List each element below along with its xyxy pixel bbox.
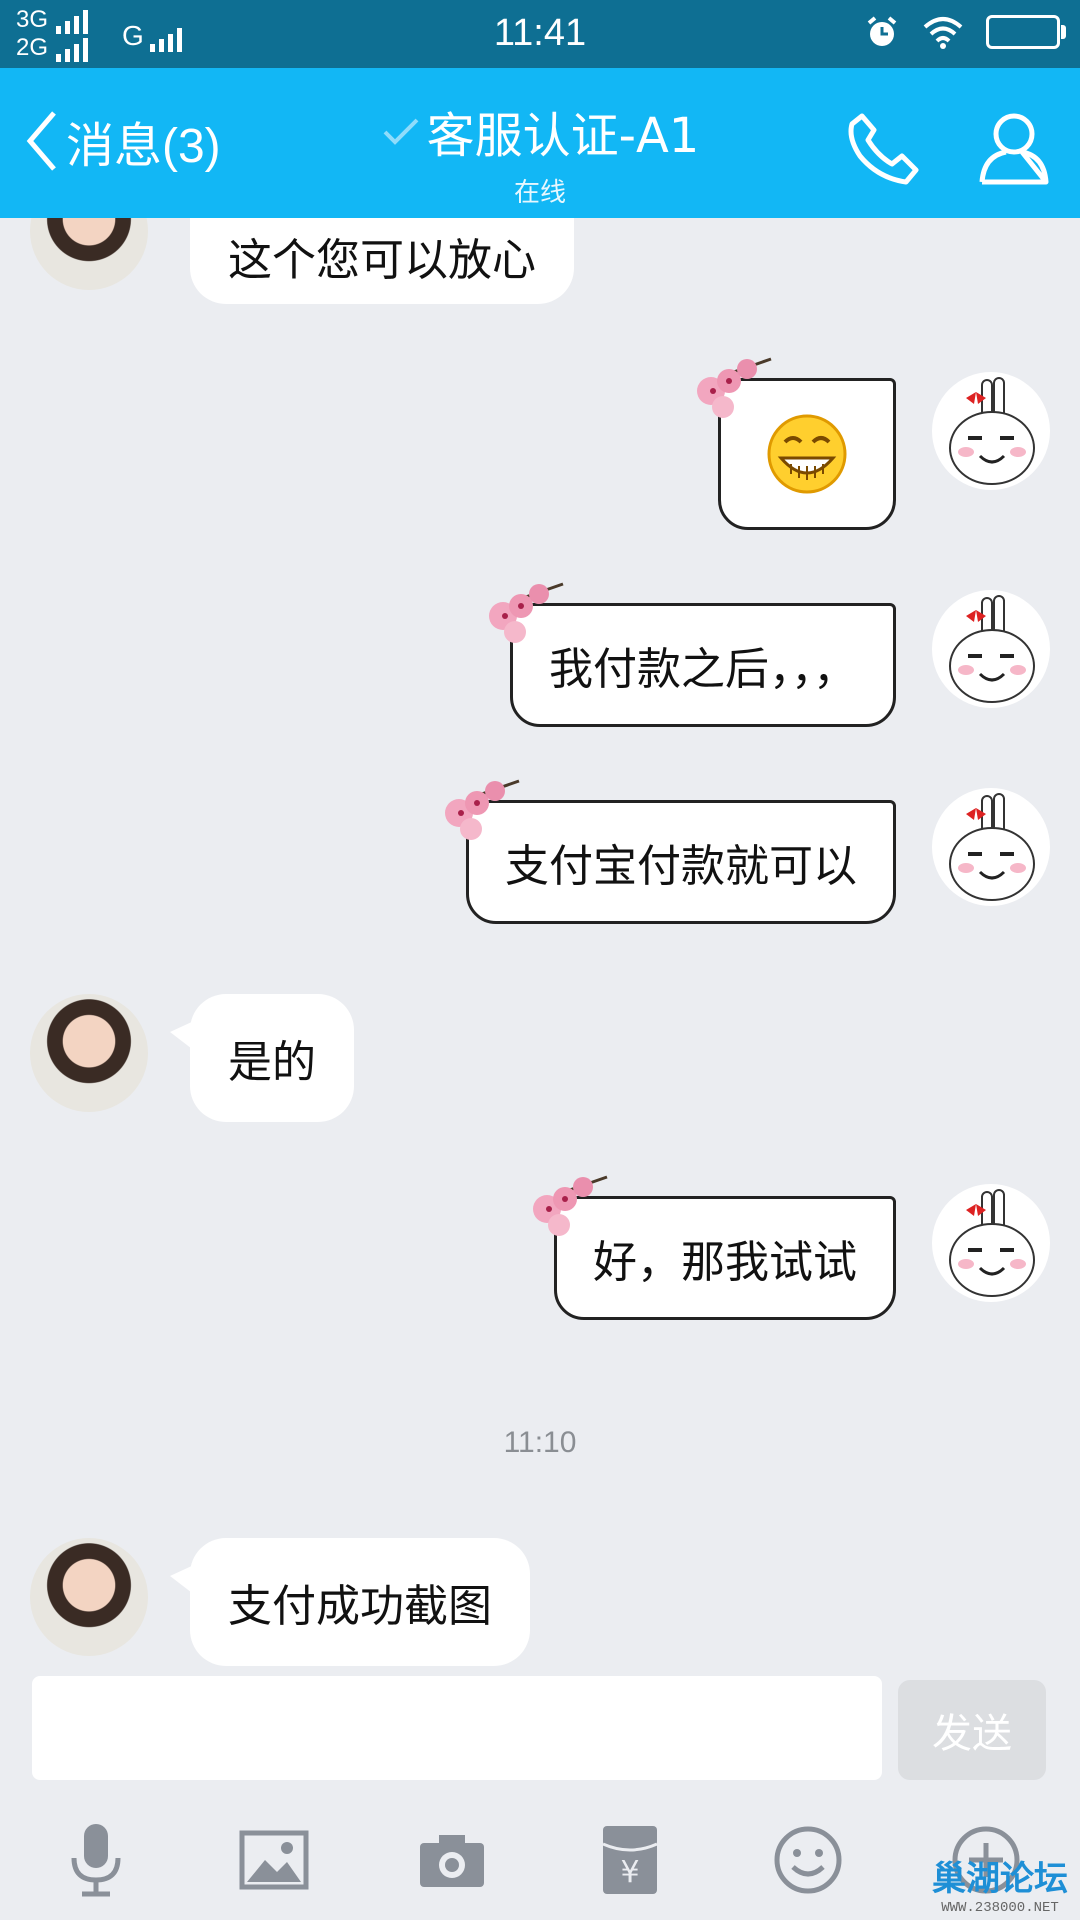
camera-button[interactable] — [412, 1820, 492, 1900]
wifi-icon — [923, 17, 963, 49]
cherry-blossom-icon — [489, 582, 564, 643]
time-separator: 11:10 — [503, 1426, 577, 1459]
microphone-button[interactable] — [56, 1820, 136, 1900]
send-button[interactable]: 发送 — [898, 1680, 1046, 1780]
message-text: 好，那我试试 — [593, 1237, 857, 1288]
alarm-icon — [867, 16, 897, 46]
input-bar: 发送 — [0, 1676, 1080, 1786]
message-bubble-outgoing[interactable]: 支付宝付款就可以 — [445, 779, 896, 924]
svg-text:¥: ¥ — [620, 1855, 639, 1890]
message-text: 支付宝付款就可以 — [505, 841, 857, 892]
input-toolbar: ¥ 巢湖论坛 WWW.238000.NET — [0, 1800, 1080, 1920]
verified-check-icon — [383, 118, 419, 145]
contact-avatar[interactable] — [30, 1538, 148, 1656]
bunny-avatar-icon — [949, 793, 1035, 901]
profile-icon[interactable] — [976, 108, 1052, 188]
red-packet-button[interactable]: ¥ — [590, 1820, 670, 1900]
emoji-icon — [774, 1826, 842, 1894]
my-avatar[interactable] — [932, 590, 1050, 708]
message-bubble-incoming[interactable]: 这个您可以放心 — [190, 218, 574, 304]
my-avatar[interactable] — [932, 372, 1050, 490]
message-bubble-incoming[interactable]: 支付成功截图 — [170, 1538, 530, 1666]
battery-icon — [986, 15, 1066, 49]
message-input[interactable] — [32, 1676, 882, 1780]
phone-icon[interactable] — [842, 108, 922, 188]
message-text: 我付款之后，，， — [549, 644, 857, 695]
camera-icon — [420, 1835, 484, 1887]
image-button[interactable] — [234, 1820, 314, 1900]
chat-area[interactable]: 这个您可以放心 我付款之后，，， 支付宝付款就可以 是的 好，那我试试 11:1… — [0, 218, 1080, 1676]
bunny-avatar-icon — [949, 595, 1035, 703]
watermark-title: 巢湖论坛 — [932, 1860, 1068, 1898]
chat-title: 客服认证-A1 — [426, 108, 700, 164]
forum-watermark: 巢湖论坛 WWW.238000.NET — [932, 1851, 1068, 1916]
cherry-blossom-icon — [533, 1175, 608, 1236]
contact-avatar[interactable] — [30, 994, 148, 1112]
message-bubble-outgoing[interactable] — [697, 357, 896, 530]
status-bar: 3G 2G G 11:41 — [0, 0, 1080, 68]
emoji-button[interactable] — [768, 1820, 848, 1900]
message-bubble-outgoing[interactable]: 好，那我试试 — [533, 1175, 896, 1320]
message-bubble-incoming[interactable]: 是的 — [170, 994, 354, 1122]
message-text: 支付成功截图 — [228, 1581, 492, 1632]
cherry-blossom-icon — [445, 779, 520, 840]
cherry-blossom-icon — [697, 357, 772, 418]
my-avatar[interactable] — [932, 1184, 1050, 1302]
image-icon — [239, 1830, 309, 1890]
red-packet-icon: ¥ — [602, 1826, 658, 1894]
watermark-url: WWW.238000.NET — [941, 1900, 1059, 1916]
grin-emoji-icon — [767, 414, 847, 494]
my-avatar[interactable] — [932, 788, 1050, 906]
microphone-icon — [71, 1824, 121, 1897]
message-bubble-outgoing[interactable]: 我付款之后，，， — [489, 582, 896, 727]
bunny-avatar-icon — [949, 377, 1035, 485]
message-text: 是的 — [228, 1037, 316, 1088]
bunny-avatar-icon — [949, 1189, 1035, 1297]
message-text: 这个您可以放心 — [228, 235, 536, 286]
title-bar: 消息(3) 客服认证-A1 在线 — [0, 68, 1080, 218]
contact-avatar[interactable] — [30, 218, 148, 290]
